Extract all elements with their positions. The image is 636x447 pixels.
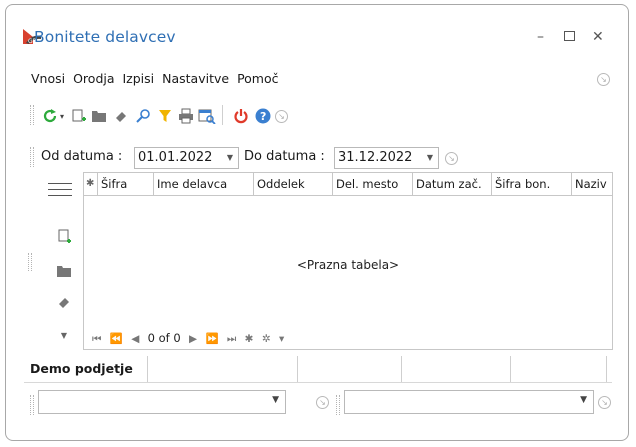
combo1-grip[interactable] <box>30 395 34 415</box>
menu-item-vnosi[interactable]: Vnosi <box>31 71 65 86</box>
menu-item-nastavitve[interactable]: Nastavitve <box>162 71 229 86</box>
combo2-grip[interactable] <box>336 395 340 415</box>
maximize-button[interactable] <box>564 31 575 41</box>
combo-1-expand-icon[interactable]: ↘ <box>316 396 329 409</box>
print-icon[interactable] <box>177 107 195 125</box>
toolbar-separator <box>222 105 223 125</box>
power-icon[interactable] <box>232 107 250 125</box>
grid-eraser-icon[interactable] <box>54 294 74 310</box>
combo-1-dropdown-icon[interactable]: ▼ <box>272 395 279 405</box>
nav-last-icon[interactable]: ⏭ <box>227 333 236 345</box>
column-header-ime-delavca[interactable]: Ime delavca <box>154 173 254 195</box>
combo-2-dropdown-icon[interactable]: ▼ <box>580 395 587 405</box>
column-header-sifra[interactable]: Šifra <box>98 173 154 195</box>
menu-expand-icon[interactable]: ↘ <box>597 73 610 86</box>
nav-prev-icon[interactable]: ◀ <box>131 333 139 345</box>
column-header-naziv[interactable]: Naziv <box>572 173 612 195</box>
toolbar-grip[interactable] <box>30 105 34 125</box>
company-tab[interactable]: Demo podjetje <box>30 361 133 376</box>
svg-text:?: ? <box>260 110 266 123</box>
to-date-label: Do datuma : <box>244 149 325 164</box>
tab-divider <box>297 356 298 382</box>
nav-first-icon[interactable]: ⏮ <box>92 333 101 345</box>
menu-item-orodja[interactable]: Orodja <box>73 71 114 86</box>
grid-more-dropdown-icon[interactable]: ▼ <box>54 327 74 343</box>
tab-divider <box>401 356 402 382</box>
to-date-input[interactable]: 31.12.2022 ▼ <box>334 147 439 169</box>
menu-item-izpisi[interactable]: Izpisi <box>123 71 155 86</box>
menu-bar: Vnosi Orodja Izpisi Nastavitve Pomoč <box>31 71 283 86</box>
search-icon[interactable] <box>134 107 152 125</box>
column-header-datum-zac[interactable]: Datum zač. <box>413 173 492 195</box>
help-icon[interactable]: ? <box>254 107 272 125</box>
grid-new-icon[interactable] <box>54 229 74 245</box>
nav-filter-icon[interactable]: ▾ <box>279 333 284 345</box>
eraser-icon[interactable] <box>112 107 130 125</box>
toolbar-expand-icon[interactable]: ↘ <box>275 110 288 123</box>
record-count: 0 of 0 <box>147 331 181 345</box>
minimize-button[interactable]: – <box>537 29 544 45</box>
open-folder-icon[interactable] <box>90 107 108 125</box>
main-window: GP Bonitete delavcev – ✕ Vnosi Orodja Iz… <box>5 4 629 441</box>
filter-expand-icon[interactable]: ↘ <box>445 152 458 165</box>
nav-prev-page-icon[interactable]: ⏪ <box>110 333 123 345</box>
new-document-icon[interactable] <box>70 107 88 125</box>
bottom-separator <box>24 382 612 383</box>
nav-cancel-icon[interactable]: ✲ <box>262 333 271 345</box>
column-header-oddelek[interactable]: Oddelek <box>254 173 333 195</box>
nav-append-icon[interactable]: ✱ <box>245 333 254 345</box>
nav-next-icon[interactable]: ▶ <box>189 333 197 345</box>
combo-1[interactable]: ▼ <box>38 390 286 414</box>
filter-grip[interactable] <box>30 147 34 167</box>
grid-side-grip[interactable] <box>28 253 32 271</box>
grid-header: ✱ Šifra Ime delavca Oddelek Del. mesto D… <box>84 173 612 196</box>
empty-table-text: <Prazna tabela> <box>296 258 400 272</box>
from-date-label: Od datuma : <box>41 149 123 164</box>
column-header-del-mesto[interactable]: Del. mesto <box>333 173 413 195</box>
combo-2-expand-icon[interactable]: ↘ <box>598 396 611 409</box>
from-date-dropdown-icon[interactable]: ▼ <box>223 148 236 168</box>
window-title: Bonitete delavcev <box>34 28 176 46</box>
from-date-input[interactable]: 01.01.2022 ▼ <box>134 147 239 169</box>
filter-icon[interactable] <box>156 107 174 125</box>
column-header-sifra-bon[interactable]: Šifra bon. <box>492 173 572 195</box>
refresh-icon[interactable] <box>41 107 59 125</box>
data-grid[interactable]: ✱ Šifra Ime delavca Oddelek Del. mesto D… <box>83 172 613 350</box>
combo-2[interactable]: ▼ <box>344 390 594 414</box>
grid-navigator: ⏮ ⏪ ◀ 0 of 0 ▶ ⏩ ⏭ ✱ ✲ ▾ <box>92 331 289 346</box>
tab-divider <box>147 356 148 382</box>
tab-divider <box>510 356 511 382</box>
report-search-icon[interactable] <box>198 107 216 125</box>
grid-new-row-icon[interactable]: ✱ <box>84 173 98 195</box>
to-date-value: 31.12.2022 <box>338 150 413 165</box>
menu-item-pomoc[interactable]: Pomoč <box>237 71 278 86</box>
grid-open-folder-icon[interactable] <box>54 263 74 279</box>
tab-divider <box>606 356 607 382</box>
from-date-value: 01.01.2022 <box>138 150 213 165</box>
nav-next-page-icon[interactable]: ⏩ <box>205 333 218 345</box>
hamburger-menu-icon[interactable] <box>48 183 72 196</box>
refresh-dropdown-icon[interactable]: ▾ <box>58 107 66 125</box>
close-button[interactable]: ✕ <box>592 29 604 45</box>
to-date-dropdown-icon[interactable]: ▼ <box>423 148 436 168</box>
